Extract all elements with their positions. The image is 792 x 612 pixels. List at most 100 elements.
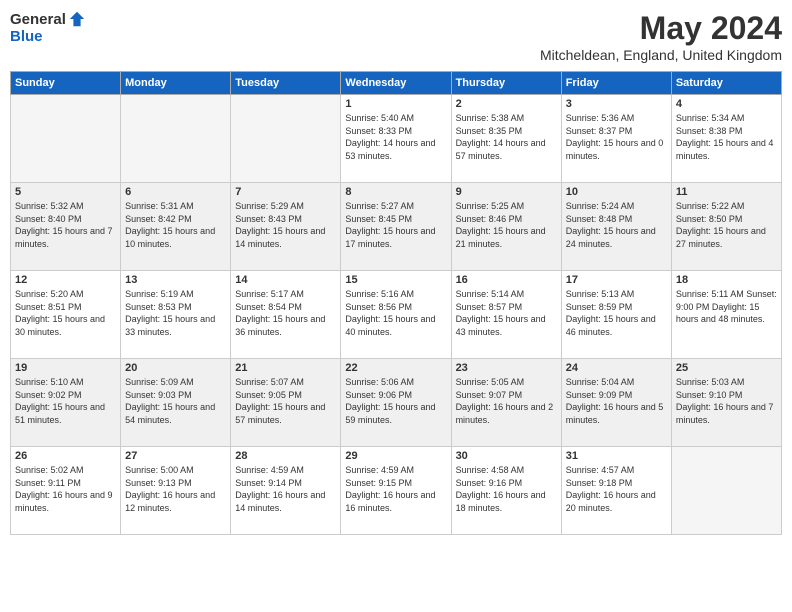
day-number: 30: [456, 450, 557, 462]
day-info: Sunrise: 5:27 AM Sunset: 8:45 PM Dayligh…: [345, 200, 446, 250]
day-info: Sunrise: 4:59 AM Sunset: 9:14 PM Dayligh…: [235, 464, 336, 514]
day-number: 22: [345, 362, 446, 374]
day-info: Sunrise: 5:31 AM Sunset: 8:42 PM Dayligh…: [125, 200, 226, 250]
day-info: Sunrise: 5:36 AM Sunset: 8:37 PM Dayligh…: [566, 112, 667, 162]
calendar-cell: 8Sunrise: 5:27 AM Sunset: 8:45 PM Daylig…: [341, 183, 451, 271]
calendar-cell: [121, 95, 231, 183]
calendar-cell: 3 Sunrise: 5:36 AM Sunset: 8:37 PM Daylig…: [561, 95, 671, 183]
day-info: Sunrise: 5:24 AM Sunset: 8:48 PM Dayligh…: [566, 200, 667, 250]
day-info: Sunrise: 5:19 AM Sunset: 8:53 PM Dayligh…: [125, 288, 226, 338]
day-number: 17: [566, 274, 667, 286]
calendar-cell: 27Sunrise: 5:00 AM Sunset: 9:13 PM Dayli…: [121, 447, 231, 535]
day-number: 23: [456, 362, 557, 374]
day-header: Sunday: [11, 72, 121, 95]
day-number: 10: [566, 186, 667, 198]
calendar-cell: 18 Sunrise: 5:11 AM Sunset: 9:00 PM Dayli…: [671, 271, 781, 359]
calendar-cell: 19 Sunrise: 5:10 AM Sunset: 9:02 PM Dayli…: [11, 359, 121, 447]
day-number: 19: [15, 362, 116, 374]
logo: General Blue: [10, 10, 86, 45]
calendar-cell: 23 Sunrise: 5:05 AM Sunset: 9:07 PM Dayli…: [451, 359, 561, 447]
day-info: Sunrise: 5:05 AM Sunset: 9:07 PM Dayligh…: [456, 376, 557, 426]
calendar-cell: [671, 447, 781, 535]
calendar-cell: 16 Sunrise: 5:14 AM Sunset: 8:57 PM Dayli…: [451, 271, 561, 359]
day-number: 18: [676, 274, 777, 286]
day-info: Sunrise: 5:06 AM Sunset: 9:06 PM Dayligh…: [345, 376, 446, 426]
day-number: 1: [345, 98, 446, 110]
day-number: 15: [345, 274, 446, 286]
day-number: 28: [235, 450, 336, 462]
calendar-week-row: 12 Sunrise: 5:20 AM Sunset: 8:51 PM Dayli…: [11, 271, 782, 359]
calendar-cell: 24 Sunrise: 5:04 AM Sunset: 9:09 PM Dayli…: [561, 359, 671, 447]
day-info: Sunrise: 5:04 AM Sunset: 9:09 PM Dayligh…: [566, 376, 667, 426]
day-number: 12: [15, 274, 116, 286]
location-title: Mitcheldean, England, United Kingdom: [540, 47, 782, 63]
day-info: Sunrise: 4:57 AM Sunset: 9:18 PM Dayligh…: [566, 464, 667, 514]
day-number: 4: [676, 98, 777, 110]
day-number: 26: [15, 450, 116, 462]
day-info: Sunrise: 5:13 AM Sunset: 8:59 PM Dayligh…: [566, 288, 667, 338]
page-header: General Blue May 2024 Mitcheldean, Engla…: [10, 10, 782, 63]
day-number: 11: [676, 186, 777, 198]
day-number: 6: [125, 186, 226, 198]
day-number: 9: [456, 186, 557, 198]
day-info: Sunrise: 5:17 AM Sunset: 8:54 PM Dayligh…: [235, 288, 336, 338]
logo-general: General: [10, 11, 66, 28]
day-info: Sunrise: 5:20 AM Sunset: 8:51 PM Dayligh…: [15, 288, 116, 338]
day-header: Monday: [121, 72, 231, 95]
calendar-table: SundayMondayTuesdayWednesdayThursdayFrid…: [10, 71, 782, 535]
calendar-cell: 2Sunrise: 5:38 AM Sunset: 8:35 PM Daylig…: [451, 95, 561, 183]
day-info: Sunrise: 5:10 AM Sunset: 9:02 PM Dayligh…: [15, 376, 116, 426]
calendar-cell: [231, 95, 341, 183]
day-number: 7: [235, 186, 336, 198]
day-info: Sunrise: 5:03 AM Sunset: 9:10 PM Dayligh…: [676, 376, 777, 426]
calendar-cell: 31 Sunrise: 4:57 AM Sunset: 9:18 PM Dayli…: [561, 447, 671, 535]
day-info: Sunrise: 5:38 AM Sunset: 8:35 PM Dayligh…: [456, 112, 557, 162]
day-number: 16: [456, 274, 557, 286]
calendar-cell: 9 Sunrise: 5:25 AM Sunset: 8:46 PM Daylig…: [451, 183, 561, 271]
day-info: Sunrise: 5:14 AM Sunset: 8:57 PM Dayligh…: [456, 288, 557, 338]
day-number: 3: [566, 98, 667, 110]
day-info: Sunrise: 5:16 AM Sunset: 8:56 PM Dayligh…: [345, 288, 446, 338]
day-number: 24: [566, 362, 667, 374]
day-number: 14: [235, 274, 336, 286]
day-number: 31: [566, 450, 667, 462]
day-info: Sunrise: 5:09 AM Sunset: 9:03 PM Dayligh…: [125, 376, 226, 426]
calendar-cell: 26 Sunrise: 5:02 AM Sunset: 9:11 PM Dayli…: [11, 447, 121, 535]
calendar-week-row: 5Sunrise: 5:32 AM Sunset: 8:40 PM Daylig…: [11, 183, 782, 271]
calendar-cell: 17 Sunrise: 5:13 AM Sunset: 8:59 PM Dayli…: [561, 271, 671, 359]
logo-icon: [68, 10, 86, 28]
day-info: Sunrise: 5:40 AM Sunset: 8:33 PM Dayligh…: [345, 112, 446, 162]
calendar-week-row: 1 Sunrise: 5:40 AM Sunset: 8:33 PM Daylig…: [11, 95, 782, 183]
calendar-cell: 11 Sunrise: 5:22 AM Sunset: 8:50 PM Dayli…: [671, 183, 781, 271]
calendar-cell: 28 Sunrise: 4:59 AM Sunset: 9:14 PM Dayli…: [231, 447, 341, 535]
day-info: Sunrise: 5:07 AM Sunset: 9:05 PM Dayligh…: [235, 376, 336, 426]
day-info: Sunrise: 5:00 AM Sunset: 9:13 PM Dayligh…: [125, 464, 226, 514]
calendar-cell: 4 Sunrise: 5:34 AM Sunset: 8:38 PM Daylig…: [671, 95, 781, 183]
calendar-cell: 30Sunrise: 4:58 AM Sunset: 9:16 PM Dayli…: [451, 447, 561, 535]
day-number: 5: [15, 186, 116, 198]
day-header: Thursday: [451, 72, 561, 95]
calendar-cell: 25 Sunrise: 5:03 AM Sunset: 9:10 PM Dayli…: [671, 359, 781, 447]
calendar-cell: 10 Sunrise: 5:24 AM Sunset: 8:48 PM Dayli…: [561, 183, 671, 271]
day-info: Sunrise: 5:11 AM Sunset: 9:00 PM Dayligh…: [676, 288, 777, 326]
day-info: Sunrise: 5:25 AM Sunset: 8:46 PM Dayligh…: [456, 200, 557, 250]
month-title: May 2024: [540, 10, 782, 47]
day-info: Sunrise: 5:22 AM Sunset: 8:50 PM Dayligh…: [676, 200, 777, 250]
day-header: Friday: [561, 72, 671, 95]
day-header: Saturday: [671, 72, 781, 95]
calendar-cell: 5Sunrise: 5:32 AM Sunset: 8:40 PM Daylig…: [11, 183, 121, 271]
calendar-cell: 22 Sunrise: 5:06 AM Sunset: 9:06 PM Dayli…: [341, 359, 451, 447]
day-header: Tuesday: [231, 72, 341, 95]
calendar-cell: 15 Sunrise: 5:16 AM Sunset: 8:56 PM Dayli…: [341, 271, 451, 359]
day-info: Sunrise: 5:02 AM Sunset: 9:11 PM Dayligh…: [15, 464, 116, 514]
calendar-cell: 20Sunrise: 5:09 AM Sunset: 9:03 PM Dayli…: [121, 359, 231, 447]
day-number: 25: [676, 362, 777, 374]
title-area: May 2024 Mitcheldean, England, United Ki…: [540, 10, 782, 63]
logo-blue: Blue: [10, 28, 43, 45]
calendar-cell: 7Sunrise: 5:29 AM Sunset: 8:43 PM Daylig…: [231, 183, 341, 271]
day-info: Sunrise: 5:34 AM Sunset: 8:38 PM Dayligh…: [676, 112, 777, 162]
calendar-cell: 13Sunrise: 5:19 AM Sunset: 8:53 PM Dayli…: [121, 271, 231, 359]
calendar-cell: 12 Sunrise: 5:20 AM Sunset: 8:51 PM Dayli…: [11, 271, 121, 359]
day-info: Sunrise: 4:59 AM Sunset: 9:15 PM Dayligh…: [345, 464, 446, 514]
calendar-week-row: 19 Sunrise: 5:10 AM Sunset: 9:02 PM Dayli…: [11, 359, 782, 447]
